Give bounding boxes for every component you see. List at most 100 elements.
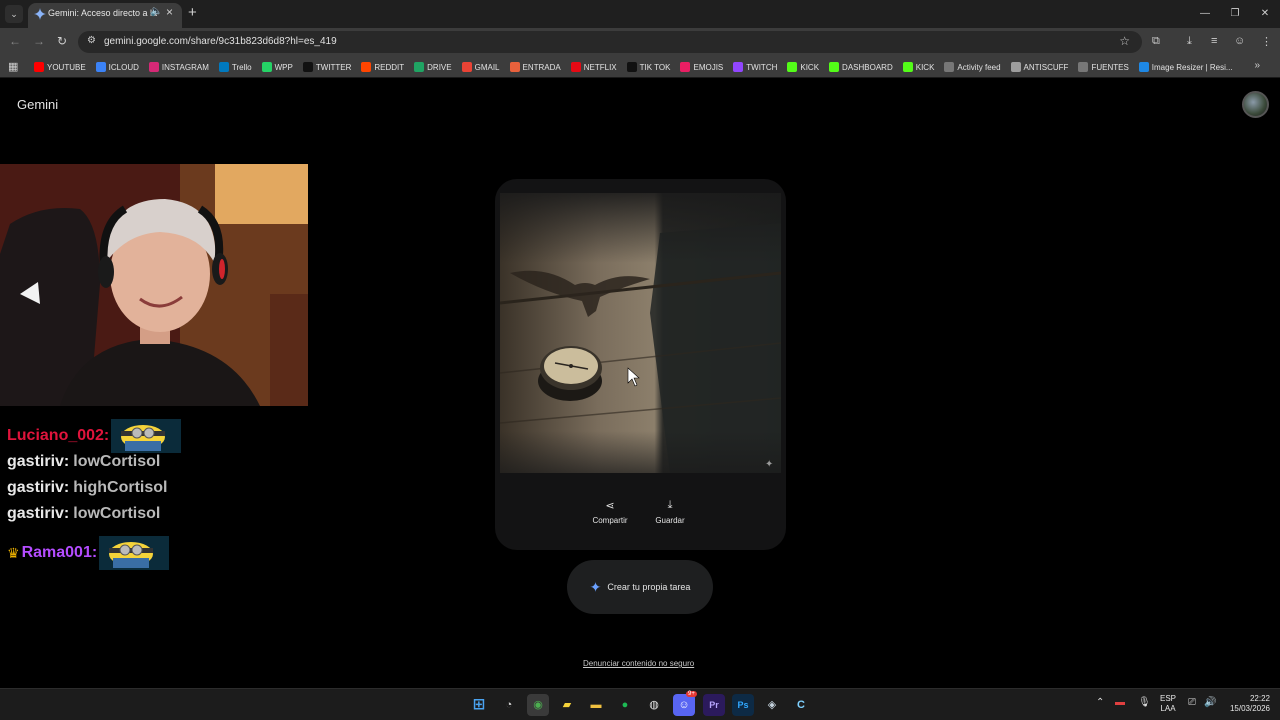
bookmark-item[interactable]: YOUTUBE: [34, 62, 86, 72]
tray-overflow-icon[interactable]: ⌃: [1096, 697, 1104, 708]
bookmark-label: FUENTES: [1091, 62, 1129, 72]
tab-audio-icon[interactable]: 🔈: [150, 6, 162, 17]
bookmark-item[interactable]: ANTISCUFF: [1010, 62, 1068, 72]
menu-icon[interactable]: ⋮: [1261, 35, 1272, 48]
bookmark-favicon-icon: [626, 62, 637, 72]
forward-icon[interactable]: →: [33, 34, 45, 48]
chat-username: Luciano_002:: [7, 427, 110, 444]
input-language-indicator[interactable]: ESP LAA: [1160, 694, 1176, 714]
bookmark-label: REDDIT: [374, 62, 405, 72]
bookmark-favicon-icon: [218, 62, 229, 72]
chat-username: gastiriv:: [7, 505, 70, 522]
apps-grid-icon[interactable]: ▦: [8, 60, 18, 73]
account-avatar[interactable]: [1242, 91, 1269, 118]
bookmark-label: Activity feed: [957, 62, 1001, 72]
bookmark-item[interactable]: WPP: [261, 62, 293, 72]
bookmark-item[interactable]: FUENTES: [1078, 62, 1129, 72]
close-window-icon[interactable]: ✕: [1250, 0, 1280, 28]
bookmark-label: Trello: [231, 62, 252, 72]
tab-close-icon[interactable]: ×: [166, 5, 173, 19]
bookmark-item[interactable]: EMOJIS: [680, 62, 723, 72]
address-bar[interactable]: ⚙ gemini.google.com/share/9c31b823d6d8?h…: [78, 31, 1142, 53]
performance-monitor-icon[interactable]: ◔: [498, 694, 520, 716]
bookmark-item[interactable]: NETFLIX: [570, 62, 617, 72]
downloads-icon[interactable]: ⤓: [1187, 35, 1192, 48]
site-info-icon[interactable]: ⚙: [87, 35, 96, 46]
share-button[interactable]: ⋖ Compartir: [582, 499, 638, 525]
bookmark-item[interactable]: ENTRADA: [509, 62, 561, 72]
download-icon: ⤓: [667, 499, 673, 511]
network-icon[interactable]: ⎚: [1188, 697, 1196, 708]
bookmark-item[interactable]: KICK: [902, 62, 935, 72]
back-icon[interactable]: ←: [9, 34, 21, 48]
ccleaner-icon[interactable]: C: [790, 694, 812, 716]
obs-icon[interactable]: ◍: [643, 694, 665, 716]
bookmark-item[interactable]: Trello: [218, 62, 252, 72]
system-clock[interactable]: 22:22 15/03/2026: [1226, 694, 1270, 714]
new-tab-button[interactable]: +: [188, 4, 197, 21]
gemini-favicon-icon: [34, 8, 46, 20]
bookmark-item[interactable]: Image Resizer | Resi...: [1138, 62, 1233, 72]
bookmark-item[interactable]: REDDIT: [361, 62, 404, 72]
tab-search-button[interactable]: ⌄: [5, 5, 23, 23]
profile-icon[interactable]: ☺: [1234, 35, 1245, 47]
bookmark-label: EMOJIS: [693, 62, 724, 72]
tab-gemini[interactable]: Gemini: Acceso directo a la 🔈 ×: [28, 3, 182, 28]
bookmark-item[interactable]: DASHBOARD: [829, 62, 893, 72]
bookmark-label: DRIVE: [427, 62, 452, 72]
bookmark-item[interactable]: Activity feed: [944, 62, 1001, 72]
discord-icon[interactable]: ☺: [673, 694, 695, 716]
chat-username: Rama001:: [21, 544, 98, 561]
premiere-pro-icon[interactable]: Pr: [703, 694, 725, 716]
report-unsafe-content-link[interactable]: Denunciar contenido no seguro: [583, 659, 694, 668]
bookmarks-bar: ▦ YOUTUBE ICLOUD INSTAGRAM Trello WPP TWITTER…: [0, 56, 1280, 78]
minion-emote-icon: [99, 536, 170, 570]
minion-emote-icon: [111, 419, 182, 453]
tray-recording-icon[interactable]: ▬: [1115, 697, 1125, 708]
bookmark-favicon-icon: [148, 62, 159, 72]
reload-icon[interactable]: ↻: [57, 34, 67, 48]
chat-message: gastiriv: lowCortisol: [7, 502, 160, 526]
bookmark-label: KICK: [915, 62, 935, 72]
chrome-icon[interactable]: ◉: [527, 694, 549, 716]
bookmark-label: TWITTER: [315, 62, 352, 72]
bookmark-favicon-icon: [787, 62, 798, 72]
photoshop-icon[interactable]: Ps: [732, 694, 754, 716]
bookmark-item[interactable]: GMAIL: [461, 62, 500, 72]
minimize-icon[interactable]: —: [1190, 0, 1220, 28]
language-code: ESP: [1160, 694, 1177, 703]
window-controls: — ❐ ✕: [1190, 0, 1280, 28]
bookmark-favicon-icon: [361, 62, 372, 72]
bookmark-item[interactable]: INSTAGRAM: [148, 62, 209, 72]
file-explorer-icon[interactable]: ▬: [585, 694, 607, 716]
bookmark-item[interactable]: TWITTER: [302, 62, 352, 72]
restore-icon[interactable]: ❐: [1220, 0, 1250, 28]
volume-icon[interactable]: 🔊: [1204, 697, 1216, 708]
save-button[interactable]: ⤓ Guardar: [642, 499, 698, 525]
start-menu-icon[interactable]: ⊞: [468, 694, 490, 716]
steam-icon[interactable]: ◈: [761, 694, 783, 716]
bookmark-item[interactable]: TWITCH: [733, 62, 777, 72]
bookmark-label: DASHBOARD: [842, 62, 893, 72]
bookmark-label: Image Resizer | Resi...: [1151, 62, 1233, 72]
bookmark-label: TWITCH: [746, 62, 778, 72]
media-controls-icon[interactable]: ≡: [1211, 35, 1217, 47]
bookmark-item[interactable]: TIK TOK: [626, 62, 670, 72]
bookmark-item[interactable]: KICK: [787, 62, 819, 72]
spotify-icon[interactable]: ●: [614, 694, 636, 716]
shared-image-card: ✦ ⋖ Compartir ⤓ Guardar: [495, 179, 786, 550]
create-your-own-task-button[interactable]: ✦ Crear tu propia tarea: [567, 560, 713, 614]
bookmarks-overflow-icon[interactable]: »: [1254, 60, 1260, 71]
sticky-notes-icon[interactable]: ▰: [556, 694, 578, 716]
chat-text: lowCortisol: [73, 505, 161, 522]
url-text[interactable]: gemini.google.com/share/9c31b823d6d8?hl=…: [104, 36, 337, 47]
create-task-label: Crear tu propia tarea: [607, 582, 691, 592]
bookmark-item[interactable]: ICLOUD: [95, 62, 139, 72]
bookmark-item[interactable]: DRIVE: [414, 62, 452, 72]
chat-message: ♛ Rama001:: [7, 536, 170, 570]
gemini-logo[interactable]: Gemini: [17, 97, 58, 112]
chat-text: lowCortisol: [73, 453, 161, 470]
bookmark-star-icon[interactable]: ☆: [1119, 34, 1130, 48]
microphone-icon[interactable]: 🎙: [1138, 697, 1151, 708]
extensions-icon[interactable]: ⧉: [1152, 35, 1160, 48]
